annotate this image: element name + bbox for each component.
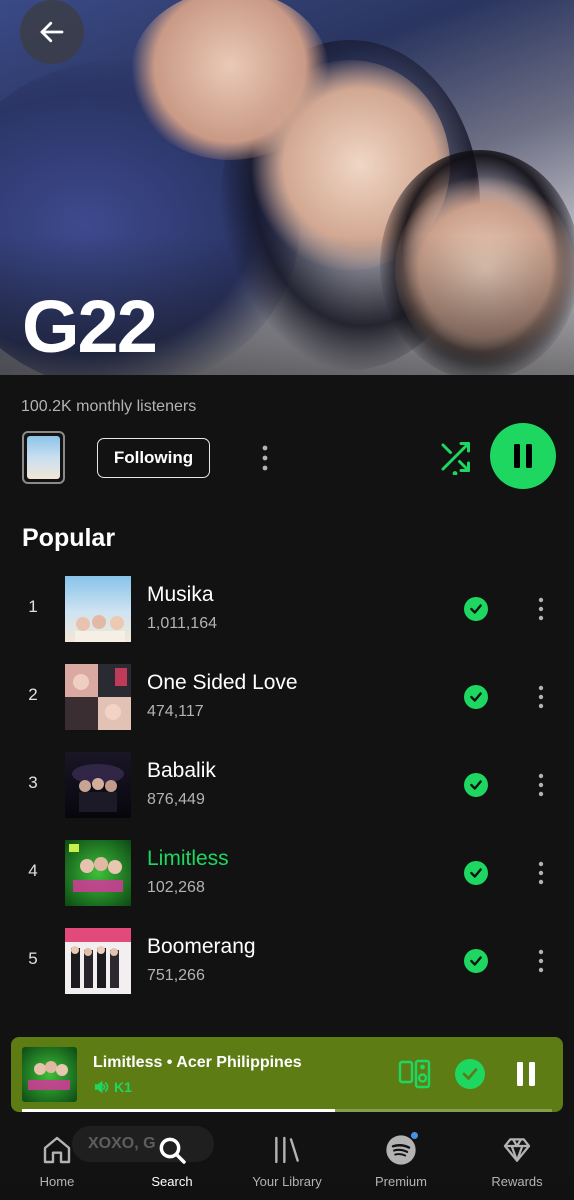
track-row[interactable]: 5 Boomerang 751,266: [0, 928, 574, 994]
now-playing-art: [22, 1047, 77, 1102]
check-icon: [470, 780, 482, 790]
track-title: One Sided Love: [147, 671, 298, 694]
preview-image: [27, 436, 60, 479]
shuffle-icon: [441, 442, 470, 475]
nav-premium[interactable]: Premium: [351, 1131, 451, 1189]
track-title: Limitless: [147, 847, 229, 870]
search-icon: [159, 1137, 186, 1164]
check-icon: [462, 1068, 478, 1080]
track-more-button[interactable]: [528, 593, 554, 625]
nav-rewards[interactable]: Rewards: [467, 1132, 567, 1189]
track-row[interactable]: 1 Musika 1,011,164: [0, 576, 574, 642]
diamond-icon: [503, 1138, 531, 1162]
home-icon: [43, 1136, 71, 1164]
track-number: 5: [28, 949, 38, 968]
track-more-button[interactable]: [528, 681, 554, 713]
pause-icon: [517, 1062, 535, 1086]
track-play-count: 474,117: [147, 703, 204, 720]
track-play-count: 1,011,164: [147, 615, 217, 632]
track-number: 4: [28, 861, 38, 880]
more-vertical-icon: [262, 445, 268, 471]
more-vertical-icon: [538, 685, 544, 709]
album-art: [65, 752, 131, 818]
mini-player[interactable]: Limitless • Acer Philippines K1: [11, 1037, 563, 1112]
nav-label: Your Library: [252, 1174, 322, 1189]
monthly-listeners: 100.2K monthly listeners: [21, 398, 197, 415]
nav-label: Home: [39, 1174, 75, 1189]
check-icon: [470, 692, 482, 702]
now-playing-title: Limitless • Acer Philippines: [93, 1054, 302, 1071]
artist-hero-image: G22: [0, 0, 574, 375]
notification-dot: [410, 1131, 419, 1140]
check-icon: [470, 604, 482, 614]
track-number: 2: [28, 685, 38, 704]
nav-home[interactable]: Home: [7, 1132, 107, 1189]
saved-check-button[interactable]: [464, 685, 488, 709]
library-icon: [275, 1136, 299, 1164]
check-icon: [470, 868, 482, 878]
speaker-icon: [94, 1080, 109, 1094]
play-pause-button[interactable]: [490, 423, 556, 489]
now-playing-saved-button[interactable]: [455, 1059, 485, 1089]
following-button[interactable]: Following: [97, 438, 210, 478]
track-title: Boomerang: [147, 935, 256, 958]
track-play-count: 102,268: [147, 879, 205, 896]
bottom-navigation: XOXO, G Home Search Your Library Premium…: [0, 1112, 574, 1200]
popular-heading: Popular: [22, 524, 116, 552]
track-number: 3: [28, 773, 38, 792]
pause-icon: [514, 444, 532, 468]
device-name: K1: [114, 1079, 132, 1095]
nav-label: Premium: [374, 1174, 427, 1189]
track-row[interactable]: 3 Babalik 876,449: [0, 752, 574, 818]
nav-label: Search: [151, 1174, 193, 1189]
saved-check-button[interactable]: [464, 949, 488, 973]
track-title: Babalik: [147, 759, 216, 782]
more-vertical-icon: [538, 861, 544, 885]
artist-name: G22: [22, 285, 158, 368]
more-vertical-icon: [538, 773, 544, 797]
back-button[interactable]: [20, 0, 84, 64]
track-more-button[interactable]: [528, 945, 554, 977]
album-art: [65, 664, 131, 730]
artist-preview-thumbnail[interactable]: [22, 431, 65, 484]
saved-check-button[interactable]: [464, 773, 488, 797]
more-vertical-icon: [538, 949, 544, 973]
connect-device-button[interactable]: [397, 1057, 433, 1091]
devices-icon: [398, 1059, 431, 1089]
mini-pause-button[interactable]: [511, 1057, 541, 1091]
arrow-left-icon: [40, 21, 64, 43]
nav-your-library[interactable]: Your Library: [237, 1132, 337, 1189]
connected-device: K1: [93, 1079, 132, 1095]
more-vertical-icon: [538, 597, 544, 621]
nav-label: Rewards: [491, 1174, 543, 1189]
track-number: 1: [28, 597, 38, 616]
track-row[interactable]: 4 Limitless 102,268: [0, 840, 574, 906]
check-icon: [470, 956, 482, 966]
album-art: [65, 928, 131, 994]
track-title: Musika: [147, 583, 214, 606]
more-options-button[interactable]: [250, 440, 280, 476]
track-more-button[interactable]: [528, 857, 554, 889]
shuffle-button[interactable]: [434, 436, 476, 478]
saved-check-button[interactable]: [464, 597, 488, 621]
album-art: [65, 576, 131, 642]
track-play-count: 876,449: [147, 791, 205, 808]
album-art: [65, 840, 131, 906]
nav-search[interactable]: Search: [122, 1132, 222, 1189]
track-play-count: 751,266: [147, 967, 205, 984]
track-more-button[interactable]: [528, 769, 554, 801]
track-row[interactable]: 2 One Sided Love 474,117: [0, 664, 574, 730]
saved-check-button[interactable]: [464, 861, 488, 885]
